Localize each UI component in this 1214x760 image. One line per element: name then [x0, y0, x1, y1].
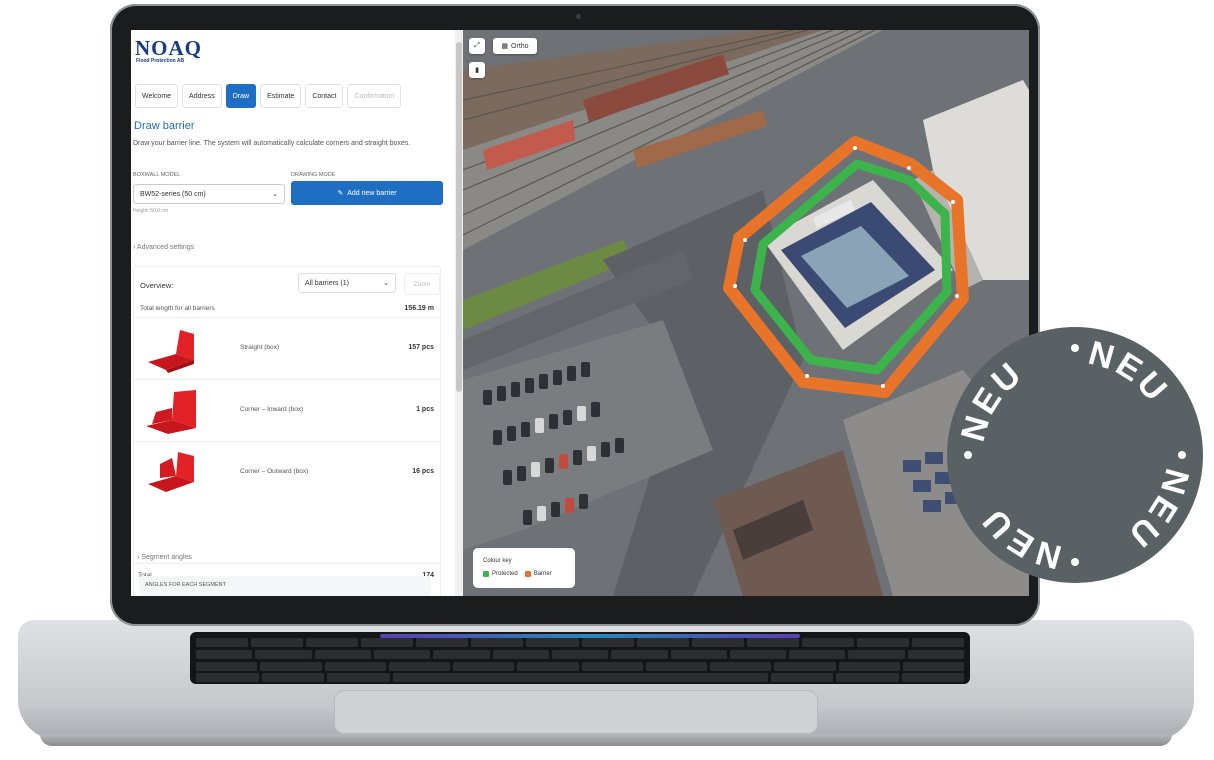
straight-box-image: [148, 330, 194, 373]
brand-subtitle: Flood Protection AB: [136, 58, 185, 64]
item-count: 16 pcs: [412, 468, 434, 475]
item-name: Straight (box): [240, 344, 280, 351]
boxwall-model-label: BOXWALL MODEL: [133, 172, 181, 178]
corner-outward-image: [148, 452, 194, 492]
boxwall-model-value: BW52-series (50 cm): [140, 190, 206, 198]
camera-icon: [576, 14, 581, 19]
laptop-screen: NOAQ Flood Protection AB Welcome Address…: [131, 30, 1029, 596]
overview-card: Overview: All barriers (1) ⌄ Zoom Total …: [133, 266, 441, 596]
tab-address[interactable]: Address: [182, 84, 222, 108]
tab-welcome[interactable]: Welcome: [135, 84, 179, 108]
keyboard: [190, 632, 970, 684]
tab-draw[interactable]: Draw: [225, 84, 257, 108]
chevron-icon: ›: [133, 244, 136, 251]
section-description: Draw your barrier line. The system will …: [133, 140, 411, 147]
trash-icon[interactable]: ▮: [469, 62, 485, 78]
touch-bar: [380, 634, 800, 638]
barrier-swatch: [524, 571, 531, 577]
tab-confirmation[interactable]: Confirmation: [347, 84, 402, 108]
protected-swatch: [483, 571, 489, 577]
ortho-layer-button[interactable]: ▦ Ortho: [493, 38, 537, 54]
chevron-down-icon: ⌄: [272, 191, 278, 198]
chevron-icon: ›: [137, 554, 140, 561]
panel-scrollbar[interactable]: [455, 30, 463, 596]
protected-label: Protected: [492, 571, 518, 577]
segment-angles-toggle[interactable]: › Segment angles: [137, 554, 192, 561]
corner-inward-image: [146, 390, 196, 434]
aerial-map[interactable]: [463, 30, 1029, 596]
trackpad: [334, 690, 818, 734]
total-length-label: Total length for all barriers: [140, 305, 215, 312]
zoom-button[interactable]: Zoom: [404, 273, 440, 295]
colour-key-title: Colour key: [483, 558, 512, 564]
advanced-settings-label: Advanced settings: [136, 244, 195, 251]
map-view[interactable]: ⤢ ▮ ▦ Ortho Colour key Protected Barrier: [463, 30, 1029, 596]
item-count: 157 pcs: [408, 344, 434, 351]
chevron-down-icon: ⌄: [383, 280, 389, 287]
grid-icon: ▦: [501, 43, 509, 50]
step-tabs: Welcome Address Draw Estimate Contact Co…: [135, 84, 402, 108]
item-name: Corner – Outward (box): [240, 468, 309, 475]
segment-angles-label: Segment angles: [141, 554, 192, 561]
pencil-icon: ✎: [337, 190, 344, 197]
barrier-filter-select[interactable]: All barriers (1) ⌄: [298, 273, 396, 293]
barrier-filter-value: All barriers (1): [305, 279, 349, 287]
list-item: Straight (box) 157 pcs: [134, 317, 440, 380]
height-hint: Height: 50,0 cm: [133, 208, 169, 214]
add-barrier-button[interactable]: ✎ Add new barrier: [291, 181, 443, 205]
list-item: Corner – Inward (box) 1 pcs: [134, 379, 440, 442]
section-title: Draw barrier: [134, 120, 195, 132]
angles-header: ANGLES FOR EACH SEGMENT: [139, 576, 431, 596]
tab-estimate[interactable]: Estimate: [260, 84, 302, 108]
item-name: Corner – Inward (box): [240, 406, 304, 413]
scrollbar-thumb[interactable]: [456, 42, 462, 392]
advanced-settings-toggle[interactable]: › Advanced settings: [133, 244, 194, 251]
colour-key: Colour key Protected Barrier: [473, 548, 575, 588]
side-panel: NOAQ Flood Protection AB Welcome Address…: [131, 30, 455, 596]
drawing-mode-label: DRAWING MODE: [291, 172, 336, 178]
colour-key-row: Protected Barrier: [483, 571, 552, 577]
item-count: 1 pcs: [416, 406, 434, 413]
barrier-label: Barrier: [533, 571, 552, 577]
neu-badge: NEU NEU NEU NEU: [947, 327, 1203, 583]
laptop-base-edge: [40, 734, 1172, 746]
list-item: Corner – Outward (box) 16 pcs: [134, 441, 440, 504]
add-barrier-label: Add new barrier: [347, 189, 397, 197]
expand-icon[interactable]: ⤢: [469, 38, 485, 54]
laptop-chin: [114, 596, 1036, 624]
tab-contact[interactable]: Contact: [305, 84, 344, 108]
boxwall-model-select[interactable]: BW52-series (50 cm) ⌄: [133, 184, 285, 204]
overview-title: Overview:: [140, 281, 174, 290]
ortho-label: Ortho: [511, 42, 529, 50]
total-length-value: 156.19 m: [404, 305, 434, 312]
